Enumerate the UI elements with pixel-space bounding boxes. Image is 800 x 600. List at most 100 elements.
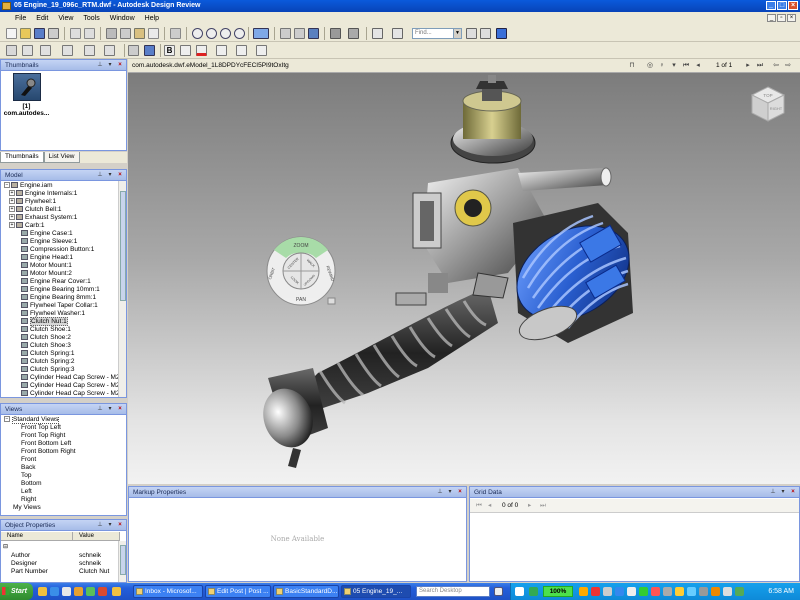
doc-restore-button[interactable]: ▫ (777, 14, 786, 22)
tree-item[interactable]: Engine Rear Cover:1 (1, 278, 118, 286)
lock-icon[interactable]: ⊓ (628, 62, 636, 70)
fill-color-icon[interactable] (236, 45, 247, 56)
minimize-button[interactable]: _ (766, 1, 776, 10)
menu-icon[interactable]: ▾ (446, 488, 454, 496)
task-inbox[interactable]: Inbox - Microsof... (133, 585, 203, 598)
section-icon[interactable] (330, 28, 341, 39)
font-color-icon[interactable] (196, 45, 207, 56)
layout-icon[interactable] (372, 28, 383, 39)
tree-item[interactable]: Compression Button:1 (1, 246, 118, 254)
find-icon[interactable]: ◎ (646, 62, 654, 70)
chevron-down-icon[interactable]: ▾ (670, 62, 678, 70)
wheel-zoom[interactable]: ZOOM (294, 243, 309, 249)
tree-item[interactable]: Flywheel Taper Collar:1 (1, 302, 118, 310)
tab-list-view[interactable]: List View (43, 152, 80, 163)
forward-icon[interactable]: ⇨ (784, 62, 792, 70)
quicklaunch-app-icon[interactable] (86, 587, 95, 596)
line-style-icon[interactable] (256, 45, 267, 56)
tray-icon-6[interactable] (639, 587, 648, 596)
fullscreen-icon[interactable] (392, 28, 403, 39)
callout-icon[interactable] (22, 45, 33, 56)
task-design-review[interactable]: 05 Engine_19_... (341, 585, 411, 598)
tray-icon-11[interactable] (699, 587, 708, 596)
tray-icon-5[interactable] (627, 587, 636, 596)
scrollbar-thumb[interactable] (120, 191, 126, 301)
open-icon[interactable] (20, 28, 31, 39)
pin-icon[interactable]: ⊥ (769, 488, 777, 496)
find-previous-icon[interactable] (466, 28, 477, 39)
tray-icon-4[interactable] (615, 587, 624, 596)
pin-icon[interactable]: ⊥ (96, 405, 104, 413)
close-icon[interactable]: × (789, 488, 797, 496)
search-go-icon[interactable] (494, 587, 503, 596)
doc-minimize-button[interactable]: _ (767, 14, 776, 22)
steering-wheel[interactable]: ZOOM PAN ORBIT REWIND CENTER WALK LOOK U… (266, 236, 340, 306)
font-icon[interactable] (180, 45, 191, 56)
menu-file[interactable]: File (10, 12, 31, 25)
save-icon[interactable] (34, 28, 45, 39)
steering-wheel-icon[interactable] (253, 28, 269, 39)
tab-thumbnails[interactable]: Thumbnails (0, 152, 44, 163)
quicklaunch-desktop-icon[interactable] (62, 587, 71, 596)
expand-toggle-icon[interactable]: + (9, 222, 15, 229)
view-item[interactable]: Front Bottom Right (1, 448, 126, 456)
tree-item[interactable]: + Flywheel:1 (1, 198, 118, 206)
model-scrollbar[interactable] (118, 181, 126, 397)
tree-item[interactable]: Engine Bearing 10mm:1 (1, 286, 118, 294)
pencil-icon[interactable] (40, 45, 51, 56)
my-views[interactable]: My Views (1, 504, 126, 512)
find-next-icon[interactable] (480, 28, 491, 39)
tree-item[interactable]: Clutch Shoe:2 (1, 334, 118, 342)
pin-icon[interactable]: ⊥ (96, 171, 104, 179)
tree-item[interactable]: Motor Mount:1 (1, 262, 118, 270)
menu-tools[interactable]: Tools (78, 12, 104, 25)
view-item[interactable]: Front Bottom Left (1, 440, 126, 448)
view-item[interactable]: Front Top Left (1, 424, 126, 432)
doc-close-button[interactable]: × (787, 14, 796, 22)
close-icon[interactable]: × (116, 171, 124, 179)
paste-icon[interactable] (134, 28, 145, 39)
tray-icon-13[interactable] (735, 587, 744, 596)
3d-viewport[interactable]: TOP RIGHT ZOOM PAN ORBIT REWIND CENTER W… (128, 73, 800, 484)
battery-indicator[interactable]: 100% (543, 586, 573, 597)
pan-icon[interactable] (294, 28, 305, 39)
zoom-out-icon[interactable] (234, 28, 245, 39)
tree-item[interactable]: Clutch Spring:2 (1, 358, 118, 366)
line-color-icon[interactable] (216, 45, 227, 56)
menu-help[interactable]: Help (140, 12, 164, 25)
stamp-icon[interactable] (84, 45, 95, 56)
pin-icon[interactable]: ⊥ (96, 521, 104, 529)
first-page-icon[interactable]: ⏮ (682, 62, 690, 70)
views-root[interactable]: − Standard Views (1, 416, 126, 424)
menu-icon[interactable]: ▾ (106, 171, 114, 179)
zoom-in-icon[interactable] (220, 28, 231, 39)
menu-view[interactable]: View (53, 12, 78, 25)
quicklaunch-firefox-icon[interactable] (98, 587, 107, 596)
property-row[interactable]: Designer schneik (1, 560, 120, 568)
tray-icon-7[interactable] (651, 587, 660, 596)
last-page-icon[interactable]: ⏭ (756, 62, 764, 70)
back-icon[interactable]: ⇦ (772, 62, 780, 70)
properties-scrollbar[interactable] (118, 541, 126, 582)
tree-item[interactable]: + Clutch Bell:1 (1, 206, 118, 214)
new-icon[interactable] (6, 28, 17, 39)
col-value[interactable]: Value (73, 532, 120, 540)
tree-item[interactable]: Engine Case:1 (1, 230, 118, 238)
close-icon[interactable]: × (116, 405, 124, 413)
pin-icon[interactable]: ⊥ (96, 61, 104, 69)
tray-icon-8[interactable] (663, 587, 672, 596)
chevron-down-icon[interactable]: ▼ (453, 29, 461, 38)
tree-item[interactable]: Clutch Spring:3 (1, 366, 118, 374)
markup-save-icon[interactable] (144, 45, 155, 56)
markup-list-icon[interactable] (128, 45, 139, 56)
tree-item[interactable]: Cylinder Head Cap Screw - M2.5 : (1, 390, 118, 397)
view-item[interactable]: Top (1, 472, 126, 480)
tree-item[interactable]: + Carb:1 (1, 222, 118, 230)
menu-edit[interactable]: Edit (31, 12, 53, 25)
menu-icon[interactable]: ▾ (106, 405, 114, 413)
undo-icon[interactable] (170, 28, 181, 39)
lightbulb-icon[interactable]: ♀ (658, 62, 666, 70)
expand-toggle-icon[interactable]: + (9, 206, 15, 213)
menu-icon[interactable]: ▾ (106, 61, 114, 69)
expand-toggle-icon[interactable]: + (9, 198, 15, 205)
